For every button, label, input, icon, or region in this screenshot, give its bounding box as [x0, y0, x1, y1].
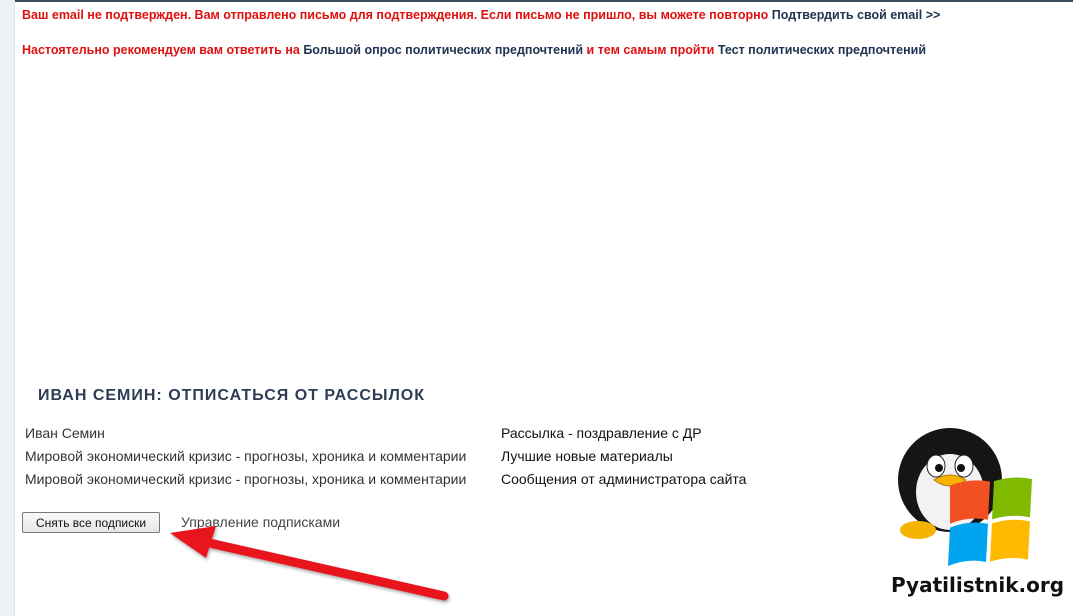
left-sidebar-rail	[0, 0, 15, 616]
page-title: ИВАН СЕМИН: ОТПИСАТЬСЯ ОТ РАССЫЛОК	[38, 387, 425, 404]
top-border	[0, 0, 1073, 2]
subscription-mailing: Лучшие новые материалы	[501, 448, 673, 464]
list-item: Иван Семин Рассылка - поздравление с ДР	[24, 424, 784, 447]
subscription-source: Мировой экономический кризис - прогнозы,…	[25, 471, 467, 487]
survey-notice: Настоятельно рекомендуем вам ответить на…	[22, 43, 926, 57]
watermark-text: Pyatilistnik.org	[891, 573, 1065, 597]
subscription-mailing: Рассылка - поздравление с ДР	[501, 425, 702, 441]
email-unconfirmed-notice: Ваш email не подтвержден. Вам отправлено…	[22, 8, 940, 22]
political-survey-link[interactable]: Большой опрос политических предпочтений	[303, 43, 583, 57]
subscription-source: Иван Семин	[25, 425, 105, 441]
list-item: Мировой экономический кризис - прогнозы,…	[24, 447, 784, 470]
subscriptions-list: Иван Семин Рассылка - поздравление с ДР …	[24, 424, 784, 493]
unsubscribe-all-button[interactable]: Снять все подписки	[22, 512, 160, 533]
email-notice-text: Ваш email не подтвержден. Вам отправлено…	[22, 8, 769, 22]
manage-subscriptions-link[interactable]: Управление подписками	[181, 514, 340, 530]
political-test-link[interactable]: Тест политических предпочтений	[718, 43, 926, 57]
survey-notice-text: Настоятельно рекомендуем вам ответить на	[22, 43, 300, 57]
confirm-email-link[interactable]: Подтвердить свой email >>	[772, 8, 941, 22]
subscription-source: Мировой экономический кризис - прогнозы,…	[25, 448, 467, 464]
list-item: Мировой экономический кризис - прогнозы,…	[24, 470, 784, 493]
survey-notice-middle-text: и тем самым пройти	[586, 43, 715, 57]
subscription-mailing: Сообщения от администратора сайта	[501, 471, 747, 487]
